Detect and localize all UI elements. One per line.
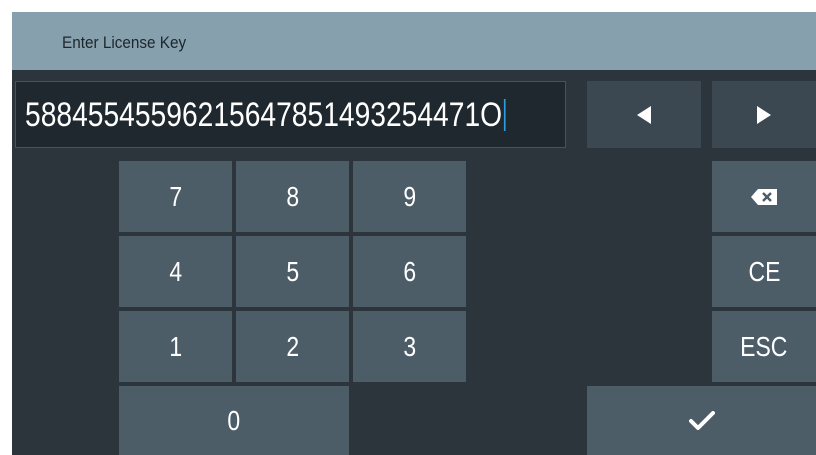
key-1[interactable]: 1	[119, 311, 232, 382]
right-triangle-icon	[757, 105, 771, 124]
key-8-label: 8	[286, 180, 299, 212]
left-triangle-icon	[637, 105, 651, 124]
checkmark-icon	[688, 410, 715, 431]
key-3-label: 3	[403, 330, 416, 362]
key-6-label: 6	[403, 255, 416, 287]
key-8[interactable]: 8	[236, 161, 349, 232]
key-5[interactable]: 5	[236, 236, 349, 307]
key-7-label: 7	[169, 180, 182, 212]
clear-entry-button[interactable]: CE	[712, 236, 816, 307]
key-3[interactable]: 3	[353, 311, 466, 382]
cursor-left-button[interactable]	[587, 81, 701, 148]
key-1-label: 1	[169, 330, 182, 362]
escape-label: ESC	[740, 330, 788, 362]
backspace-icon	[751, 188, 777, 205]
dialog-title: Enter License Key	[62, 33, 187, 52]
key-4[interactable]: 4	[119, 236, 232, 307]
text-caret	[503, 99, 506, 131]
dialog-titlebar: Enter License Key	[12, 12, 816, 70]
key-9[interactable]: 9	[353, 161, 466, 232]
key-2[interactable]: 2	[236, 311, 349, 382]
key-6[interactable]: 6	[353, 236, 466, 307]
key-2-label: 2	[286, 330, 299, 362]
license-key-input[interactable]: 58845545596215647851493254471O	[15, 81, 566, 148]
key-5-label: 5	[286, 255, 299, 287]
key-0[interactable]: 0	[119, 386, 349, 455]
clear-entry-label: CE	[748, 255, 780, 287]
cursor-right-button[interactable]	[712, 81, 816, 148]
enter-button[interactable]	[587, 386, 816, 455]
key-0-label: 0	[227, 404, 241, 436]
key-9-label: 9	[403, 180, 416, 212]
key-7[interactable]: 7	[119, 161, 232, 232]
escape-button[interactable]: ESC	[712, 311, 816, 382]
key-4-label: 4	[169, 255, 182, 287]
license-key-value: 58845545596215647851493254471O	[25, 96, 506, 134]
license-key-dialog: Enter License Key 5884554559621564785149…	[12, 12, 816, 455]
backspace-button[interactable]	[712, 161, 816, 232]
